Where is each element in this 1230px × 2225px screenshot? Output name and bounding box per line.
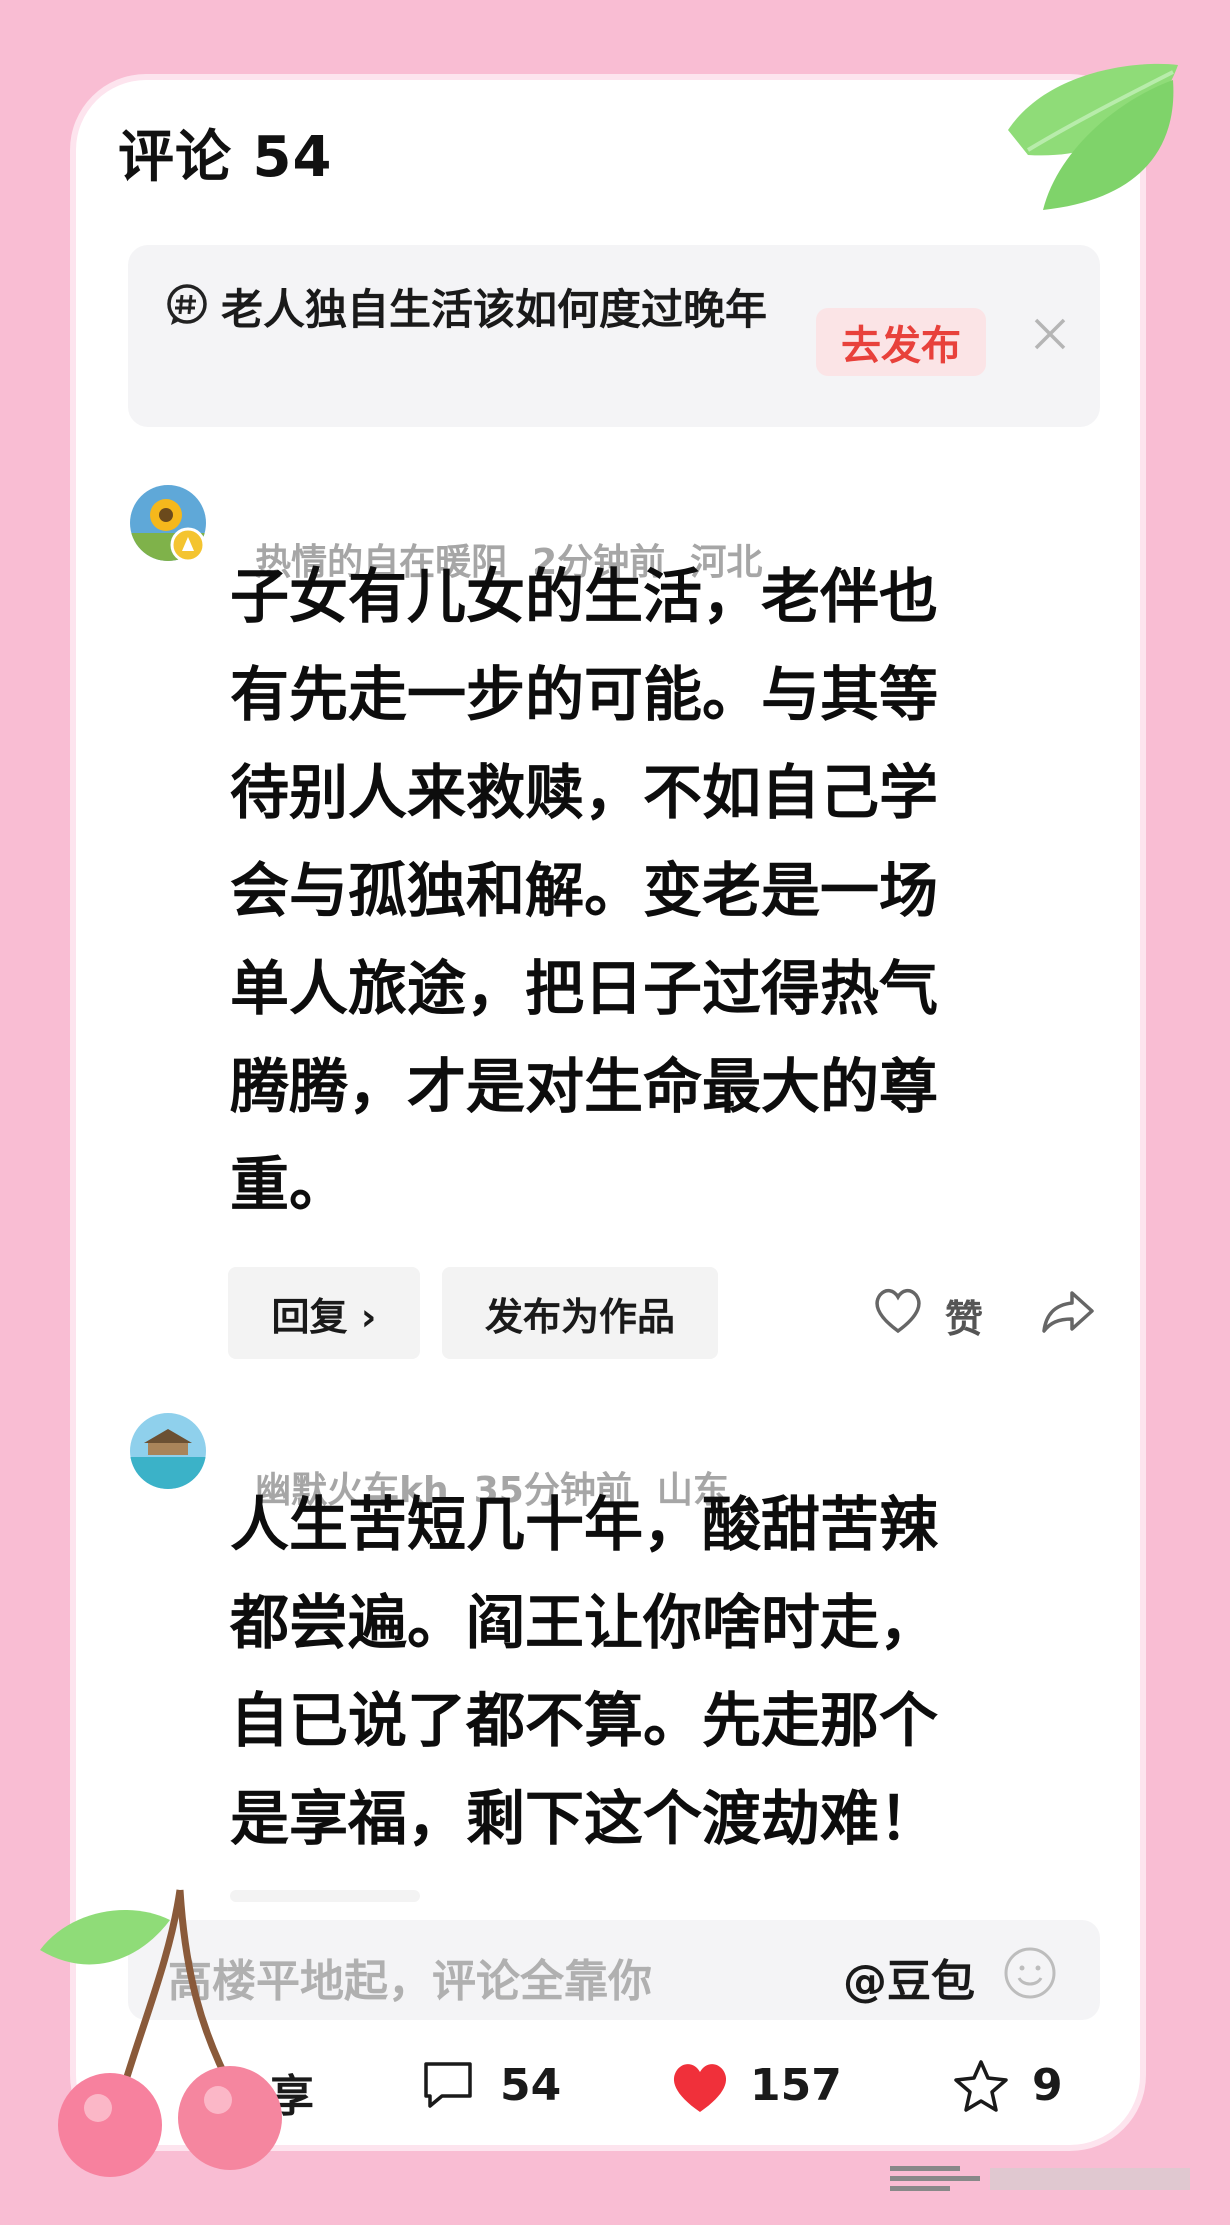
page-title: 评论 54 (118, 125, 333, 190)
comment-line: 自已说了都不算。先走那个 (230, 1686, 939, 1755)
comment-icon[interactable] (420, 2058, 476, 2110)
cherry-decoration (40, 1889, 282, 2177)
comment-line: 腾腾，才是对生命最大的尊 (230, 1052, 939, 1121)
comment-line: 重。 (230, 1150, 349, 1219)
avatar[interactable] (130, 1413, 206, 1489)
comment-line: 会与孤独和解。变老是一场 (230, 856, 939, 925)
comment-line: 有先走一步的可能。与其等 (230, 660, 939, 729)
heart-filled-icon[interactable] (668, 2058, 732, 2116)
publish-as-work-button[interactable]: 发布为作品 (442, 1267, 718, 1359)
comment-line: 是享福，剩下这个渡劫难！ (230, 1784, 939, 1853)
like-count[interactable]: 157 (750, 2060, 842, 2111)
reply-button[interactable]: 回复 › (228, 1267, 420, 1359)
share-icon[interactable] (1040, 1287, 1096, 1335)
leaf-decoration (1008, 63, 1178, 210)
watermark (890, 2166, 1190, 2191)
emoji-icon[interactable] (1003, 1946, 1057, 2000)
star-icon[interactable] (952, 2058, 1010, 2114)
mention-doubao-button[interactable]: @豆包 (843, 1945, 975, 2009)
like-label[interactable]: 赞 (945, 1288, 983, 1343)
close-icon[interactable] (1030, 314, 1070, 354)
topic-title: 老人独自生活该如何度过晚年 (221, 285, 768, 334)
heart-outline-icon[interactable] (872, 1285, 924, 1335)
comment-line: 都尝遍。阎王让你啥时走， (230, 1588, 939, 1657)
comment-body: 子女有儿女的生活，老伴也 有先走一步的可能。与其等 待别人来救赎，不如自己学 会… (230, 548, 1090, 1234)
publish-button[interactable]: 去发布 (816, 308, 986, 376)
favorite-count[interactable]: 9 (1032, 2060, 1063, 2111)
comment-line: 子女有儿女的生活，老伴也 (230, 562, 939, 631)
comment-line: 人生苦短几十年，酸甜苦辣 (230, 1490, 939, 1559)
comment-line: 待别人来救赎，不如自己学 (230, 758, 939, 827)
verified-badge-icon (170, 527, 206, 563)
comment-body: 人生苦短几十年，酸甜苦辣 都尝遍。阎王让你啥时走， 自已说了都不算。先走那个 是… (230, 1476, 1090, 1868)
comment-line: 单人旅途，把日子过得热气 (230, 954, 939, 1023)
comment-count[interactable]: 54 (500, 2060, 561, 2111)
